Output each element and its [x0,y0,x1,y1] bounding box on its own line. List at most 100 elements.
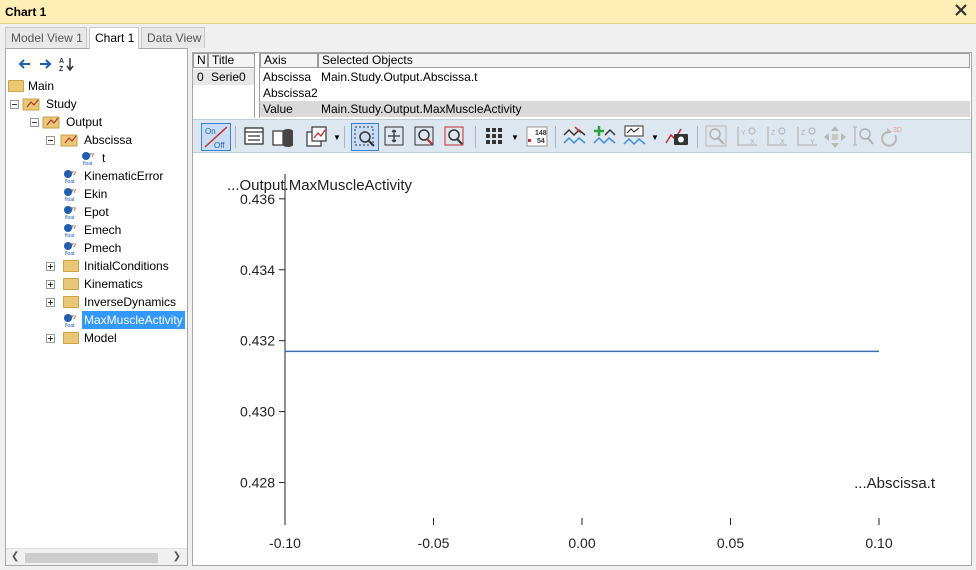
chart-window-titlebar: Chart 1 [0,0,976,24]
axis-header[interactable]: Axis [260,53,318,68]
zoom-vertical-icon [853,126,874,146]
snapshot-button[interactable] [663,123,691,151]
numbers-bottom-label: 54 [537,138,545,145]
svg-text:Y: Y [810,139,815,146]
axis-row-abscissa[interactable]: Abscissa Main.Study.Output.Abscissa.t [260,69,970,85]
grid-button[interactable] [481,123,509,151]
tree-node-emech[interactable]: xy float Emech [6,221,187,239]
svg-text:X: X [750,139,755,146]
y-tick-label: 0.434 [240,262,275,278]
tree-node-label: Kinematics [84,277,143,291]
zoom-in-icon [705,125,727,147]
chart-panel: N Title 0 Serie0 Axis Selected Objects A… [192,52,972,566]
series-options-button[interactable] [621,123,649,151]
data-labels-button[interactable]: 148 54 [523,123,551,151]
add-series-button[interactable] [591,123,619,151]
collapse-toggle[interactable] [46,136,55,145]
view-xy-button: YX [733,123,761,151]
scroll-left-icon[interactable]: ❮ [11,551,19,562]
zoom-icon [444,126,464,146]
tree-node-main[interactable]: Main [6,77,187,95]
tree-node-label: InverseDynamics [84,295,177,309]
svg-text:Z: Z [771,130,776,137]
x-tick-label: 0.10 [865,535,892,551]
tree-node-label: MaxMuscleActivity [82,311,185,329]
tree-node-label: InitialConditions [84,259,169,273]
tab-data-view[interactable]: Data View [141,27,205,48]
tab-chart-1[interactable]: Chart 1 [89,27,139,49]
float-variable-icon: xy float [64,188,77,202]
folder-icon [8,80,24,92]
float-variable-icon: xy float [64,170,77,184]
chart-area[interactable]: 0.428 0.430 0.432 0.434 0.436 -0.10 -0.05 0.00 0… [193,154,971,565]
close-icon[interactable] [954,3,968,17]
tree-node-inversedynamics[interactable]: InverseDynamics [6,293,187,311]
float-variable-icon: xy float [64,206,77,220]
svg-text:float: float [83,161,93,166]
float-variable-icon: xy float [64,242,77,256]
chevron-down-icon[interactable]: ▼ [511,133,519,142]
pan-button[interactable] [381,123,409,151]
collapse-toggle[interactable] [10,100,19,109]
sort-az-icon[interactable]: AZ [58,55,76,73]
series-style-button[interactable] [561,123,589,151]
properties-button[interactable] [241,123,269,151]
expand-toggle[interactable] [46,280,55,289]
tree-node-label: Main [28,79,55,93]
rotate-3d-button: 3D [877,123,905,151]
chevron-down-icon[interactable]: ▼ [333,133,341,142]
zoom-button[interactable] [441,123,469,151]
tree-node-study[interactable]: Study [6,95,187,113]
rotate-3d-icon: 3D [881,127,902,147]
series-header-n[interactable]: N [193,53,208,68]
toolbar-separator [235,126,236,148]
axis-row-abscissa2[interactable]: Abscissa2 [260,85,970,101]
y-tick-label: 0.428 [240,475,275,491]
move-arrows-icon [824,126,846,148]
tree-node-kinematics[interactable]: Kinematics [6,275,187,293]
on-off-toggle-button[interactable]: On Off [201,123,231,151]
selected-objects-header[interactable]: Selected Objects [318,53,970,68]
chart-type-button[interactable] [303,123,331,151]
series-row[interactable]: 0 Serie0 [193,69,254,85]
series-options-icon [623,125,646,146]
svg-text:float: float [65,215,75,220]
expand-toggle[interactable] [46,334,55,343]
view-zy-icon: ZY [797,127,817,146]
output-icon [42,116,60,129]
tree-node-initialconditions[interactable]: InitialConditions [6,257,187,275]
tree-node-ekin[interactable]: xy float Ekin [6,185,187,203]
tree-node-kinematicerror[interactable]: xy float KinematicError [6,167,187,185]
axis-row-value[interactable]: Value Main.Study.Output.MaxMuscleActivit… [260,101,970,117]
x-tick-label: -0.10 [269,535,301,551]
back-arrow-icon[interactable] [16,55,34,73]
zoom-area-icon [354,126,375,147]
database-button[interactable] [269,123,297,151]
svg-text:float: float [65,179,75,184]
expand-toggle[interactable] [46,298,55,307]
scrollbar-thumb[interactable] [25,553,158,563]
zoom-in-button [703,123,731,151]
zoom-fit-button[interactable] [411,123,439,151]
svg-text:xy: xy [71,314,77,320]
zoom-select-button[interactable] [351,123,379,151]
tree-node-output[interactable]: Output [6,113,187,131]
tab-model-view-1[interactable]: Model View 1 [5,27,87,48]
scroll-right-icon[interactable]: ❯ [173,551,181,562]
tree-node-label: Study [46,97,77,111]
tree-node-epot[interactable]: xy float Epot [6,203,187,221]
tree-node-model[interactable]: Model [6,329,187,347]
chevron-down-icon[interactable]: ▼ [651,133,659,142]
tree-node-t[interactable]: xy float t [6,149,187,167]
tree-node-pmech[interactable]: xy float Pmech [6,239,187,257]
series-header-title[interactable]: Title [208,53,255,68]
tree-horizontal-scrollbar[interactable]: ❮ ❯ [6,548,187,565]
collapse-toggle[interactable] [30,118,39,127]
tree-node-maxmuscleactivity[interactable]: xy float MaxMuscleActivity [6,311,187,329]
forward-arrow-icon[interactable] [36,55,54,73]
pan-move-icon [384,126,404,146]
zoom-fit-icon [414,126,434,146]
tree-node-abscissa[interactable]: Abscissa [6,131,187,149]
expand-toggle[interactable] [46,262,55,271]
svg-text:xy: xy [89,152,95,158]
